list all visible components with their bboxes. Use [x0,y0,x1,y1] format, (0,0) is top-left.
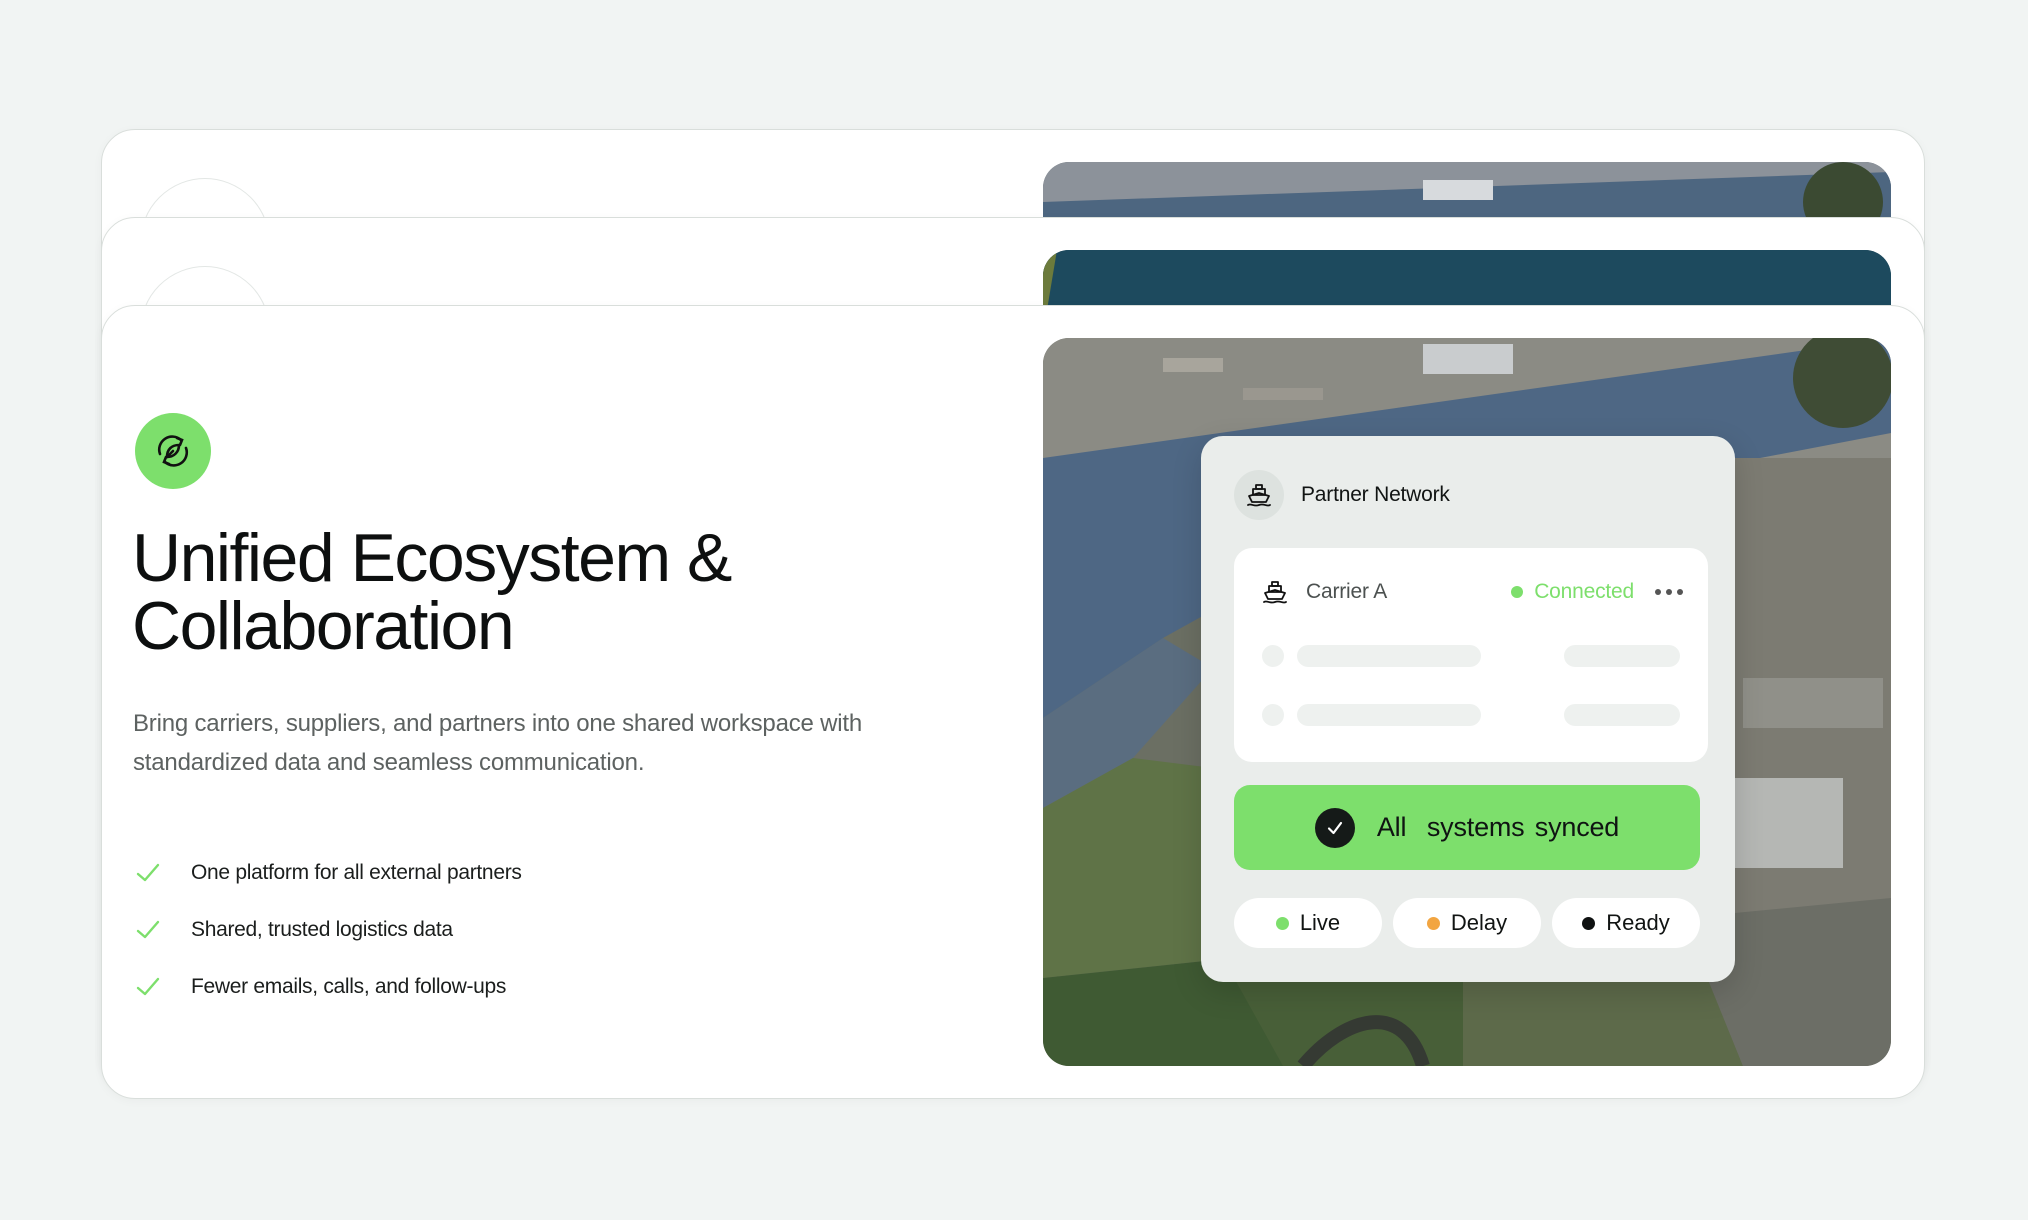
status-dot [1582,916,1596,930]
check-circle-icon [1314,807,1355,848]
checkmark-icon [135,974,161,1000]
skeleton-bar [1297,645,1481,667]
feature-card: Unified Ecosystem & Collaboration Bring … [101,305,1925,1099]
benefit-item: Fewer emails, calls, and follow-ups [135,958,522,1015]
partner-network-panel: Partner Network Carrier A Connected All … [1201,436,1735,982]
sync-leaf-icon [135,413,211,489]
status-pill-delay[interactable]: Delay [1393,898,1541,948]
benefit-item: Shared, trusted logistics data [135,901,522,958]
panel-title: Partner Network [1301,483,1450,506]
pill-label: Live [1299,910,1341,935]
status-text: Connected [1534,580,1634,603]
status-dot [1511,586,1524,598]
feature-description-line: Bring carriers, suppliers, and partners … [133,710,863,737]
skeleton-row [1262,644,1680,668]
status-pill-ready[interactable]: Ready [1552,898,1700,948]
feature-title-line: Unified Ecosystem & [132,520,732,596]
status-dot [1426,916,1440,930]
benefit-text: Shared, trusted logistics data [191,917,453,941]
checkmark-icon [135,917,161,943]
feature-description-line: standardized data and seamless communica… [133,749,645,776]
status-pill-live[interactable]: Live [1234,898,1382,948]
checkmark-icon [135,860,161,886]
skeleton-bar [1564,704,1680,726]
skeleton-row [1262,703,1680,727]
status-pills: Live Delay Ready [1234,898,1700,948]
pill-label: Delay [1450,910,1508,935]
benefit-list: One platform for all external partners S… [135,844,522,1015]
skeleton-bar [1297,704,1481,726]
more-horizontal-icon[interactable] [1654,588,1684,596]
carrier-card: Carrier A Connected [1234,548,1708,762]
status-dot [1275,916,1289,930]
systems-synced-button[interactable]: All systems synced [1234,785,1700,870]
ship-icon [1262,579,1288,605]
skeleton-bar [1564,645,1680,667]
feature-description: Bring carriers, suppliers, and partners … [133,704,913,782]
carrier-row[interactable]: Carrier A Connected [1262,574,1684,610]
skeleton-dot [1262,645,1284,667]
connection-status: Connected [1511,580,1634,604]
sync-label: All systems synced [1376,812,1620,842]
skeleton-dot [1262,704,1284,726]
benefit-text: Fewer emails, calls, and follow-ups [191,974,507,998]
feature-title-line: Collaboration [132,588,515,664]
panel-header: Partner Network [1234,470,1450,520]
ship-icon [1234,470,1284,520]
feature-title: Unified Ecosystem & Collaboration [132,524,932,660]
pill-label: Ready [1606,910,1670,935]
carrier-name: Carrier A [1306,580,1388,603]
benefit-item: One platform for all external partners [135,844,522,901]
benefit-text: One platform for all external partners [191,860,522,884]
